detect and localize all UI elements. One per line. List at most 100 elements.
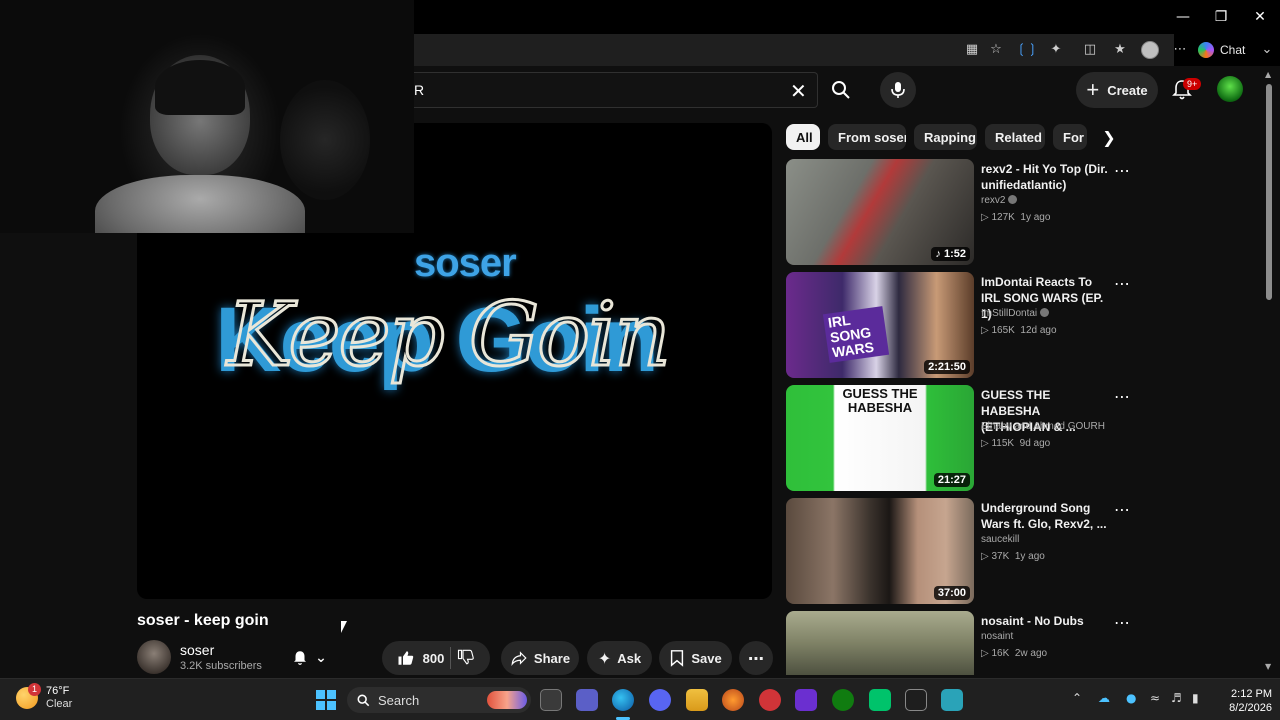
file-explorer-icon[interactable]: [686, 689, 708, 711]
webcam-background-figure: [280, 80, 370, 200]
favorite-star-icon[interactable]: ☆: [987, 41, 1005, 59]
close-icon[interactable]: ✕: [1250, 8, 1270, 26]
battery-icon[interactable]: ▮: [1192, 691, 1199, 705]
recommendation-item[interactable]: ♪ 1:52 rexv2 - Hit Yo Top (Dir. unifieda…: [786, 159, 1136, 265]
save-button[interactable]: Save: [659, 641, 732, 675]
scroll-down-icon[interactable]: ▼: [1265, 662, 1271, 671]
recommendation-channel[interactable]: nosaint: [981, 631, 1013, 642]
cloud-icon[interactable]: ☁: [1098, 691, 1110, 705]
share-label: Share: [533, 650, 571, 666]
favorites-icon[interactable]: ★: [1111, 41, 1129, 59]
xbox-icon[interactable]: [832, 689, 854, 711]
chat-button[interactable]: Chat: [1198, 39, 1245, 61]
account-avatar[interactable]: [1217, 76, 1243, 102]
video-thumbnail[interactable]: 37:00: [786, 498, 974, 604]
more-vertical-icon[interactable]: ⋯: [1114, 500, 1130, 519]
channel-name[interactable]: soser: [180, 642, 214, 658]
app-teal-icon[interactable]: [941, 689, 963, 711]
video-thumbnail[interactable]: IRL SONG WARS 2:21:50: [786, 272, 974, 378]
search-query: R: [414, 82, 425, 98]
read-aloud-icon[interactable]: ❲❳: [1016, 41, 1038, 59]
chevron-down-icon[interactable]: ⌄: [1258, 41, 1276, 59]
opera-gx-icon[interactable]: [759, 689, 781, 711]
recommendation-title[interactable]: nosaint - No Dubs: [981, 613, 1111, 629]
recommendation-channel[interactable]: ImStillDontai: [981, 308, 1050, 319]
recommendation-channel[interactable]: rexv2: [981, 195, 1018, 206]
voice-search-button[interactable]: [880, 72, 916, 108]
taskbar-search[interactable]: Search: [347, 687, 531, 713]
duration-badge: 37:00: [933, 586, 970, 600]
recommendation-item[interactable]: IRL SONG WARS 2:21:50 ImDontai Reacts To…: [786, 272, 1136, 378]
wifi-icon[interactable]: ≈: [1150, 691, 1160, 705]
duration-badge: ♪ 1:52: [931, 247, 970, 261]
like-count: 800: [422, 650, 445, 666]
chevron-up-icon[interactable]: ⌃: [1072, 691, 1082, 705]
recommendation-title[interactable]: rexv2 - Hit Yo Top (Dir. unifiedatlantic…: [981, 161, 1111, 193]
apps-icon[interactable]: ▦: [963, 41, 981, 59]
channel-avatar[interactable]: [137, 640, 171, 674]
recommendation-title[interactable]: Underground Song Wars ft. Glo, Rexv2, ..…: [981, 500, 1111, 532]
recommendation-channel[interactable]: Elnaby and Ahmed GOURH: [981, 421, 1105, 432]
video-thumbnail[interactable]: GUESS THE HABESHA 21:27: [786, 385, 974, 491]
copilot-icon: [1198, 42, 1214, 58]
chip-from-soser[interactable]: From soser: [828, 124, 906, 150]
scroll-up-icon[interactable]: ▲: [1265, 70, 1271, 79]
terminal-icon[interactable]: [905, 689, 927, 711]
discord-icon[interactable]: [649, 689, 671, 711]
fl-studio-icon[interactable]: [722, 689, 744, 711]
verified-icon: [1040, 308, 1050, 317]
create-button[interactable]: + Create: [1076, 72, 1158, 108]
search-input[interactable]: R ✕: [414, 72, 818, 108]
scrollbar-thumb[interactable]: [1266, 84, 1272, 300]
more-vertical-icon[interactable]: ⋯: [1114, 161, 1130, 180]
minimize-icon[interactable]: —: [1173, 8, 1193, 26]
more-vertical-icon[interactable]: ⋯: [1114, 613, 1130, 632]
capcut-green-icon[interactable]: [869, 689, 891, 711]
more-vertical-icon[interactable]: ⋯: [1114, 274, 1130, 293]
search-button[interactable]: [822, 72, 860, 108]
recommendation-item[interactable]: 37:00 Underground Song Wars ft. Glo, Rex…: [786, 498, 1136, 604]
split-screen-icon[interactable]: ◫: [1081, 41, 1099, 59]
like-button[interactable]: 800: [397, 649, 445, 667]
chip-for-you[interactable]: For y: [1053, 124, 1087, 150]
video-thumbnail[interactable]: ♪ 1:52: [786, 159, 974, 265]
chip-related[interactable]: Related: [985, 124, 1045, 150]
page-scrollbar[interactable]: ▲ ▼: [1264, 70, 1274, 675]
edge-icon[interactable]: [612, 689, 634, 711]
app-purple-icon[interactable]: [795, 689, 817, 711]
video-thumbnail[interactable]: [786, 611, 974, 675]
chip-rapping[interactable]: Rapping: [914, 124, 977, 150]
weather-widget[interactable]: 1 76°F Clear: [16, 683, 72, 711]
task-view-icon[interactable]: [540, 689, 562, 711]
more-vertical-icon[interactable]: ⋯: [1114, 387, 1130, 406]
verified-icon: [1008, 195, 1018, 204]
maximize-icon[interactable]: ❐: [1211, 8, 1231, 26]
start-button[interactable]: [316, 690, 336, 710]
recommendation-channel[interactable]: saucekill: [981, 534, 1019, 545]
weather-temperature: 76°F: [46, 685, 70, 697]
volume-icon[interactable]: ♬: [1171, 691, 1182, 705]
thumbnail-text: GUESS THE HABESHA: [842, 386, 918, 415]
ask-button[interactable]: ✦ Ask: [587, 641, 652, 675]
recommendation-meta: ▷ 127K 1y ago: [981, 212, 1051, 223]
dislike-button[interactable]: [457, 648, 475, 669]
taskbar-clock[interactable]: 2:12 PM 8/2/2026: [1218, 687, 1272, 715]
duration-badge: 2:21:50: [924, 360, 970, 374]
extensions-icon[interactable]: ✦: [1047, 41, 1065, 59]
share-button[interactable]: Share: [501, 641, 579, 675]
clear-search-icon[interactable]: ✕: [790, 79, 807, 103]
clock-time: 2:12 PM: [1231, 688, 1272, 700]
chip-all[interactable]: All: [786, 124, 820, 150]
microphone-icon[interactable]: ●: [1126, 691, 1136, 705]
recommendation-item[interactable]: nosaint - No Dubs nosaint ▷ 16K 2w ago ⋯: [786, 611, 1136, 675]
teams-icon[interactable]: [576, 689, 598, 711]
recommendation-item[interactable]: GUESS THE HABESHA 21:27 GUESS THE HABESH…: [786, 385, 1136, 491]
more-menu-icon[interactable]: ⋯: [1171, 41, 1189, 59]
windows-logo-icon: [316, 690, 325, 699]
more-actions-button[interactable]: ⋯: [739, 641, 773, 675]
chevron-right-icon[interactable]: ❯: [1096, 124, 1122, 150]
mouse-cursor: [341, 621, 353, 633]
subscribe-notify-button[interactable]: ⌄: [279, 641, 339, 675]
profile-avatar[interactable]: [1141, 41, 1159, 59]
recommendation-meta: ▷ 165K 12d ago: [981, 325, 1057, 336]
